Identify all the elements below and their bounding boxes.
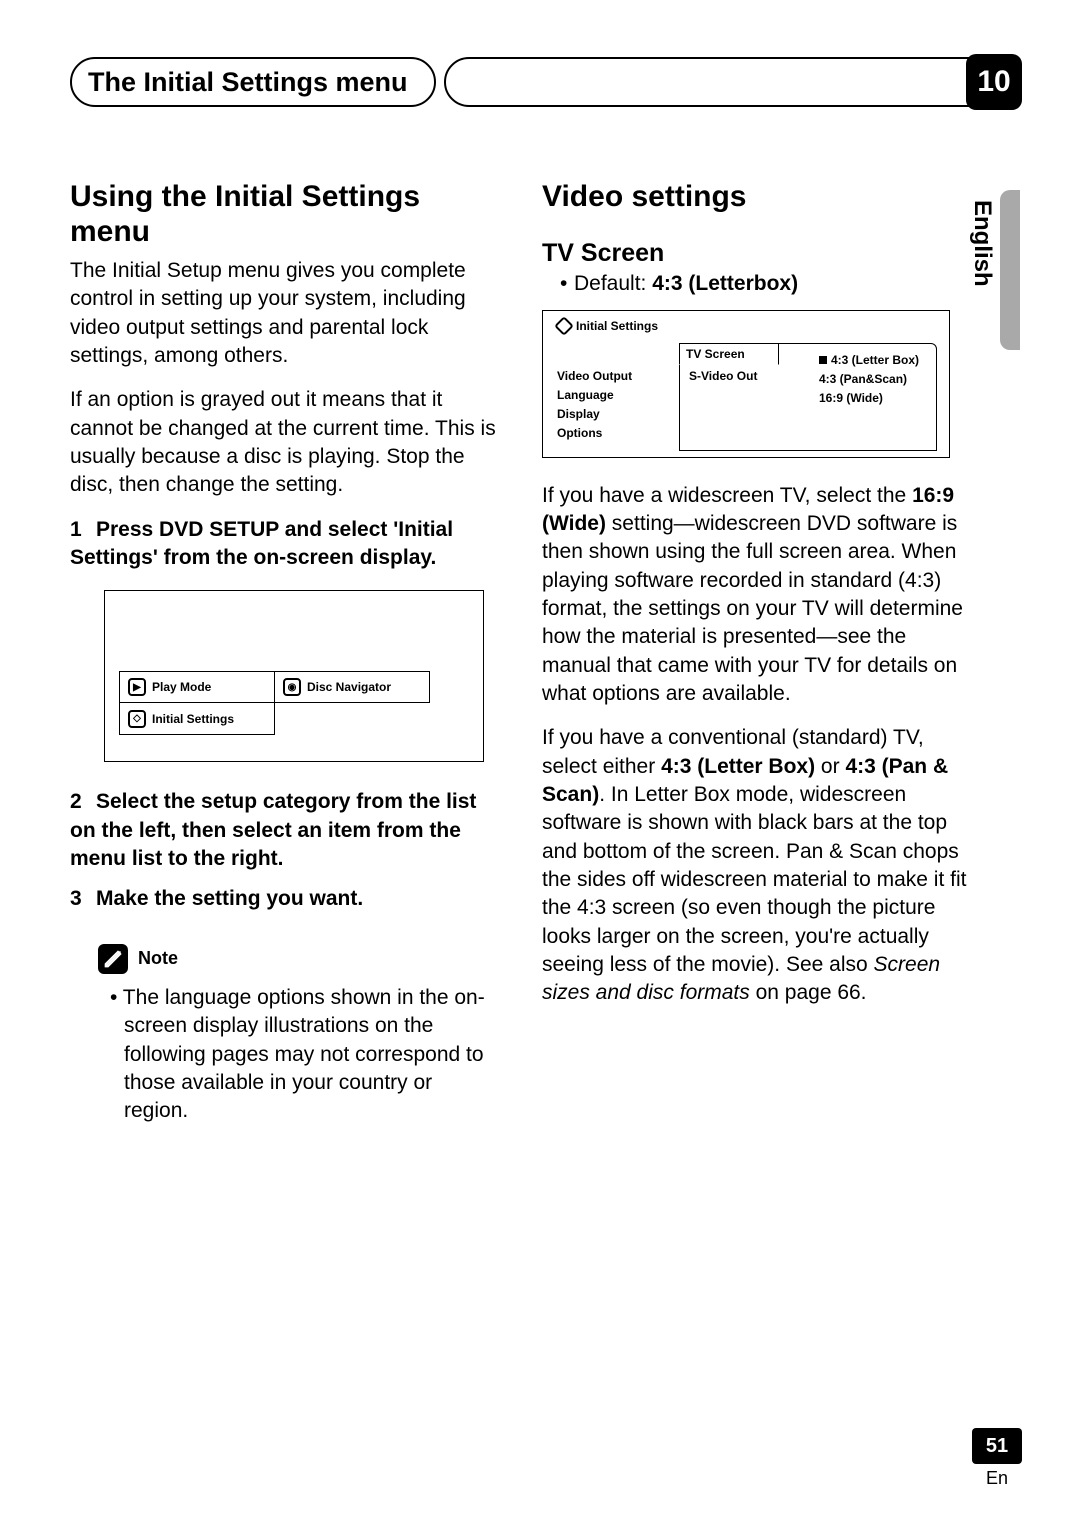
step-2-text: Select the setup category from the list … (70, 790, 476, 870)
osd2-category-list: Video Output Language Display Options (557, 367, 632, 444)
note-heading-row: Note (98, 944, 500, 974)
default-value: 4:3 (Letterbox) (652, 272, 798, 295)
disc-navigator-icon: ◉ (283, 678, 301, 696)
chapter-number-badge: 10 (966, 54, 1022, 110)
osd2-active-tab: TV Screen (679, 343, 779, 365)
selected-marker-icon (819, 356, 827, 364)
step-3-number: 3 (70, 885, 96, 913)
chapter-number-pill: 10 (444, 57, 1020, 107)
osd2-cat-display: Display (557, 405, 632, 424)
default-prefix: Default: (574, 272, 652, 295)
osd2-cat-video-output: Video Output (557, 367, 632, 386)
osd2-value-list: 4:3 (Letter Box) 4:3 (Pan&Scan) 16:9 (Wi… (819, 351, 919, 409)
footer-language-code: En (972, 1468, 1022, 1489)
note-body: • The language options shown in the on-s… (110, 984, 500, 1126)
section-heading-video-settings: Video settings (542, 180, 972, 215)
intro-paragraph-1: The Initial Setup menu gives you complet… (70, 257, 500, 370)
osd-screenshot-menu: ▶Play Mode ◉Disc Navigator ◇Initial Sett… (104, 590, 484, 762)
subsection-heading-tv-screen: TV Screen (542, 239, 972, 268)
osd-play-mode-button: ▶Play Mode (119, 671, 275, 703)
osd2-title-row: Initial Settings (557, 319, 658, 333)
play-mode-icon: ▶ (128, 678, 146, 696)
osd2-item-list: S-Video Out (689, 367, 757, 386)
step-1-number: 1 (70, 516, 96, 544)
section-heading-using-initial-settings: Using the Initial Settings menu (70, 180, 500, 249)
tv-screen-paragraph-2: If you have a conventional (standard) TV… (542, 724, 972, 1007)
initial-settings-icon: ◇ (128, 710, 146, 728)
osd2-item-svideo: S-Video Out (689, 367, 757, 386)
intro-paragraph-2: If an option is grayed out it means that… (70, 386, 500, 499)
osd2-value-43ps: 4:3 (Pan&Scan) (819, 370, 919, 389)
page-footer: 51 En (972, 1428, 1022, 1489)
page-number-badge: 51 (972, 1428, 1022, 1464)
language-side-tab (1000, 190, 1020, 350)
step-3-text: Make the setting you want. (96, 887, 363, 910)
right-column: Video settings TV Screen •Default: 4:3 (… (542, 180, 972, 1126)
step-2-number: 2 (70, 788, 96, 816)
osd-initial-settings-button: ◇Initial Settings (119, 703, 275, 735)
default-setting-line: •Default: 4:3 (Letterbox) (560, 272, 972, 296)
left-column: Using the Initial Settings menu The Init… (70, 180, 500, 1126)
language-side-label: English (968, 200, 996, 287)
osd2-cat-options: Options (557, 424, 632, 443)
step-1: 1Press DVD SETUP and select 'Initial Set… (70, 516, 500, 573)
note-label: Note (138, 948, 178, 969)
page-header: The Initial Settings menu 10 (70, 54, 1020, 110)
step-2: 2Select the setup category from the list… (70, 788, 500, 873)
osd-screenshot-tv-screen: Initial Settings TV Screen Video Output … (542, 310, 950, 458)
tv-screen-paragraph-1: If you have a widescreen TV, select the … (542, 482, 972, 709)
chapter-title-pill: The Initial Settings menu (70, 57, 436, 107)
osd-disc-navigator-button: ◉Disc Navigator (274, 671, 430, 703)
osd2-value-43lb: 4:3 (Letter Box) (819, 351, 919, 370)
settings-diamond-icon (554, 316, 574, 336)
osd2-cat-language: Language (557, 386, 632, 405)
osd2-value-169: 16:9 (Wide) (819, 389, 919, 408)
step-1-text: Press DVD SETUP and select 'Initial Sett… (70, 518, 453, 569)
step-3: 3Make the setting you want. (70, 885, 500, 913)
note-icon (98, 944, 128, 974)
chapter-title: The Initial Settings menu (88, 67, 408, 98)
